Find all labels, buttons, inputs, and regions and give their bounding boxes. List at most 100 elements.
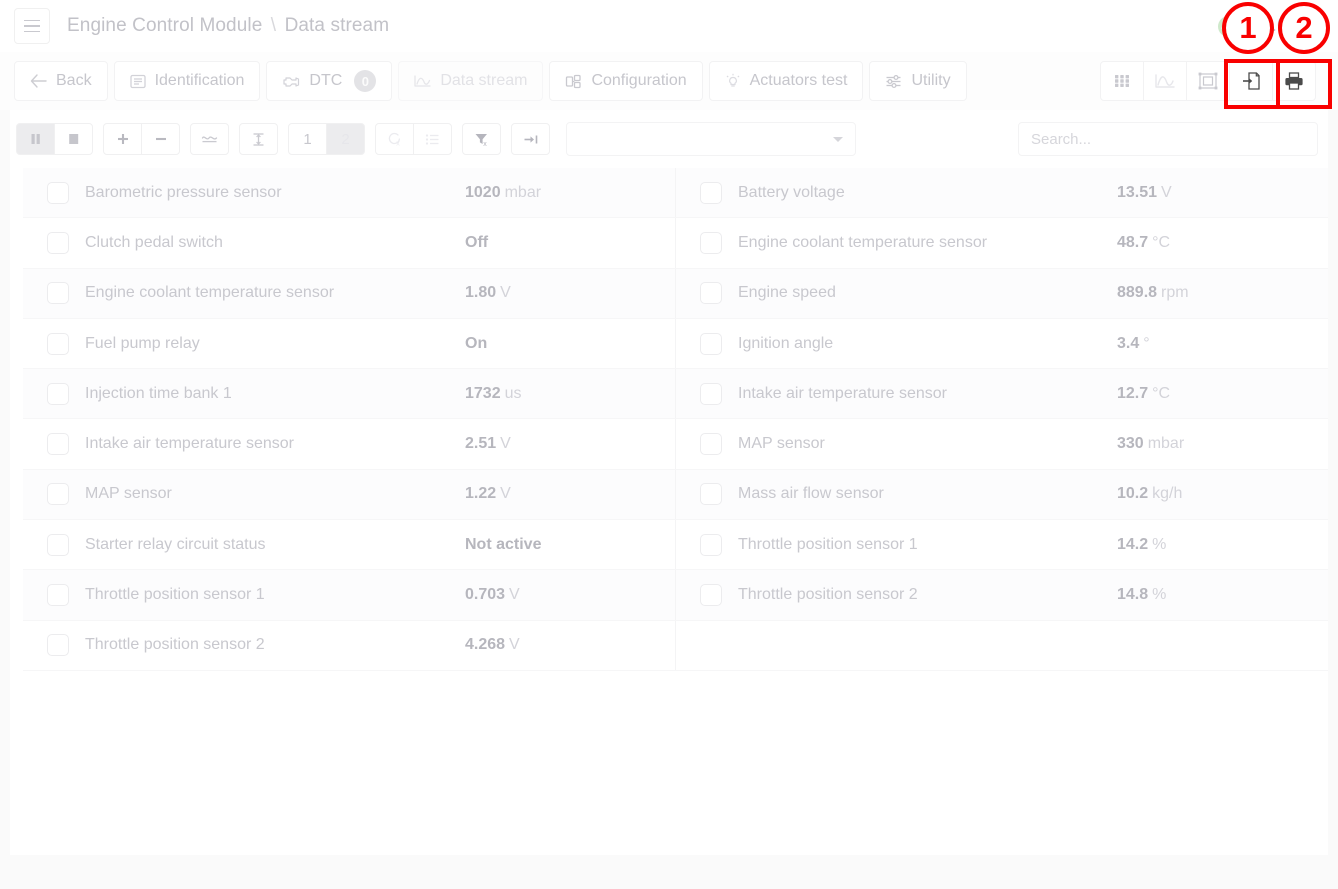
row-checkbox[interactable] bbox=[47, 332, 69, 355]
tab-utility[interactable]: Utility bbox=[869, 61, 967, 101]
row-checkbox[interactable] bbox=[47, 634, 69, 657]
table-row[interactable]: Engine coolant temperature sensor 1.80 V En… bbox=[23, 268, 1328, 319]
table-row[interactable]: Starter relay circuit status Not active Th… bbox=[23, 520, 1328, 571]
tab-data-stream[interactable]: Data stream bbox=[398, 61, 544, 101]
filter-clear-icon[interactable]: x bbox=[462, 123, 501, 155]
row-checkbox[interactable] bbox=[700, 584, 722, 607]
parameter-name: Engine coolant temperature sensor bbox=[85, 284, 335, 302]
minus-icon[interactable] bbox=[141, 123, 180, 155]
wave-group bbox=[190, 123, 229, 155]
table-row[interactable]: Clutch pedal switch Off Engine coolant tem… bbox=[23, 218, 1328, 269]
list-icon[interactable] bbox=[413, 123, 452, 155]
data-stream-table: Barometric pressure sensor 1020 mbar Batter… bbox=[23, 168, 1328, 671]
table-cell-left: Engine coolant temperature sensor 1.80 V bbox=[23, 269, 675, 318]
export-file-icon[interactable] bbox=[1229, 61, 1273, 101]
row-checkbox[interactable] bbox=[47, 382, 69, 405]
search-input[interactable] bbox=[1018, 122, 1318, 156]
wave-icon[interactable] bbox=[190, 123, 229, 155]
row-checkbox[interactable] bbox=[700, 282, 722, 305]
chart-view-icon[interactable] bbox=[1143, 61, 1187, 101]
row-checkbox[interactable] bbox=[47, 433, 69, 456]
parameter-unit: V bbox=[500, 284, 511, 302]
clear-selection-icon[interactable]: x bbox=[375, 123, 414, 155]
parameter-name: Engine speed bbox=[738, 284, 836, 302]
parameter-name: Clutch pedal switch bbox=[85, 233, 223, 251]
table-row[interactable]: Throttle position sensor 2 4.268 V bbox=[23, 620, 1328, 671]
table-row[interactable]: Fuel pump relay On Ignition angle 3.4 ° bbox=[23, 318, 1328, 370]
table-row[interactable]: Injection time bank 1 1732 us Intake air te… bbox=[23, 369, 1328, 420]
parameter-set-dropdown[interactable] bbox=[566, 122, 856, 156]
row-checkbox[interactable] bbox=[700, 433, 722, 456]
indent-right-icon[interactable] bbox=[511, 123, 550, 155]
row-checkbox[interactable] bbox=[47, 533, 69, 556]
plus-icon[interactable] bbox=[103, 123, 142, 155]
indent-group bbox=[511, 123, 550, 155]
parameter-unit: kg/h bbox=[1152, 485, 1183, 503]
zoom-group bbox=[103, 123, 180, 155]
row-checkbox[interactable] bbox=[700, 181, 722, 204]
parameter-unit: °C bbox=[1152, 384, 1171, 402]
table-row[interactable]: Throttle position sensor 1 0.703 V Throttle… bbox=[23, 570, 1328, 621]
table-cell-right: Engine coolant temperature sensor 48.7 °C bbox=[675, 218, 1327, 268]
parameter-unit: % bbox=[1152, 586, 1167, 604]
hamburger-menu-icon[interactable] bbox=[14, 8, 50, 44]
pause-icon[interactable] bbox=[16, 123, 55, 155]
tab-configuration[interactable]: Configuration bbox=[549, 61, 703, 101]
tab-dtc[interactable]: DTC 0 bbox=[266, 61, 393, 101]
parameter-value-group: 48.7 °C bbox=[1117, 234, 1327, 252]
row-checkbox[interactable] bbox=[47, 282, 69, 305]
table-cell-left: Fuel pump relay On bbox=[23, 319, 675, 368]
tab-identification[interactable]: Identification bbox=[113, 61, 261, 101]
title-bar: Engine Control Module \ Data stream 13.6… bbox=[0, 0, 1338, 52]
parameter-name: Barometric pressure sensor bbox=[85, 183, 282, 201]
parameter-unit: rpm bbox=[1161, 284, 1189, 302]
table-row[interactable]: MAP sensor 1.22 V Mass air flow sensor 10.2 k… bbox=[23, 469, 1328, 521]
tab-actuators-test[interactable]: Actuators test bbox=[708, 61, 864, 101]
page-two-button[interactable]: 2 bbox=[326, 123, 365, 155]
table-row[interactable]: Intake air temperature sensor 2.51 V MAP se… bbox=[23, 419, 1328, 470]
parameter-unit: V bbox=[500, 485, 511, 503]
fit-height-icon[interactable] bbox=[239, 123, 278, 155]
parameter-name: Ignition angle bbox=[738, 334, 834, 352]
parameter-value: 14.2 bbox=[1117, 535, 1149, 553]
parameter-value-group: On bbox=[465, 335, 675, 353]
tab-dtc-label: DTC bbox=[309, 72, 343, 89]
row-checkbox[interactable] bbox=[47, 483, 69, 506]
table-cell-left: Throttle position sensor 2 4.268 V bbox=[23, 621, 675, 670]
printer-icon[interactable] bbox=[1272, 61, 1316, 101]
tab-configuration-label: Configuration bbox=[591, 72, 687, 89]
frame-view-icon[interactable] bbox=[1186, 61, 1230, 101]
table-cell-left: Throttle position sensor 1 0.703 V bbox=[23, 570, 675, 619]
table-cell-empty bbox=[675, 620, 1327, 670]
parameter-unit: % bbox=[1152, 535, 1167, 553]
puzzle-icon bbox=[565, 74, 582, 89]
row-checkbox[interactable] bbox=[700, 382, 722, 405]
page-one-button[interactable]: 1 bbox=[288, 123, 327, 155]
wave-chart-icon bbox=[414, 74, 431, 88]
parameter-name: Throttle position sensor 1 bbox=[85, 586, 265, 604]
table-row[interactable]: Barometric pressure sensor 1020 mbar Batter… bbox=[23, 168, 1328, 219]
row-checkbox[interactable] bbox=[47, 181, 69, 204]
tab-back-label: Back bbox=[56, 72, 92, 89]
parameter-value-group: 330 mbar bbox=[1117, 435, 1327, 453]
stop-icon[interactable] bbox=[54, 123, 93, 155]
tab-back[interactable]: Back bbox=[14, 61, 108, 101]
row-checkbox[interactable] bbox=[700, 231, 722, 254]
annotation-marker-2: 2 bbox=[1278, 2, 1330, 54]
bulb-icon bbox=[725, 73, 741, 89]
parameter-value: On bbox=[465, 334, 488, 352]
parameter-name: Injection time bank 1 bbox=[85, 384, 232, 402]
parameter-value: 1732 bbox=[465, 384, 501, 402]
chevron-down-icon bbox=[833, 137, 843, 142]
parameter-value: 1.80 bbox=[465, 284, 497, 302]
parameter-value: 13.51 bbox=[1117, 183, 1158, 201]
table-cell-left: Barometric pressure sensor 1020 mbar bbox=[23, 168, 675, 217]
parameter-value-group: 10.2 kg/h bbox=[1117, 485, 1327, 503]
grid-view-icon[interactable] bbox=[1100, 61, 1144, 101]
row-checkbox[interactable] bbox=[47, 231, 69, 254]
row-checkbox[interactable] bbox=[47, 584, 69, 607]
row-checkbox[interactable] bbox=[700, 332, 722, 355]
row-checkbox[interactable] bbox=[700, 533, 722, 556]
parameter-value-group: 1732 us bbox=[465, 385, 675, 403]
row-checkbox[interactable] bbox=[700, 483, 722, 506]
